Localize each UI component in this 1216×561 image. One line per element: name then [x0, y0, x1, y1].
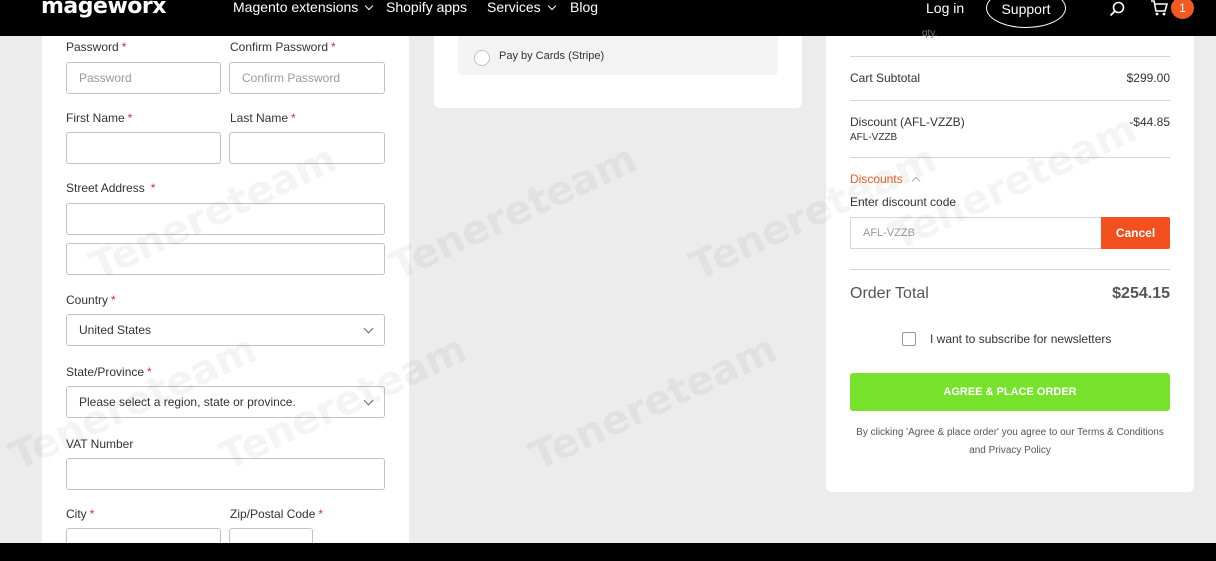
shipping-form-panel: Password * Confirm Password * Password Con…: [42, 36, 409, 548]
discounts-toggle-label: Discounts: [850, 172, 903, 186]
nav-item-label: Magento extensions: [233, 0, 359, 15]
state-label: State/Province *: [66, 365, 152, 379]
stripe-label: Pay by Cards (Stripe): [499, 50, 605, 62]
qty-label: qty.: [922, 28, 938, 39]
watermark: Tenereteam: [523, 326, 784, 480]
chevron-down-icon: [363, 395, 374, 406]
payment-methods-card: Pay by Cards (Stripe): [434, 36, 802, 108]
bottom-cookie-bar: [0, 543, 1216, 561]
nav-item-label: Blog: [570, 0, 599, 15]
last-name-label: Last Name *: [230, 111, 296, 125]
country-select-value: United States: [79, 323, 152, 337]
vat-number-input[interactable]: [66, 458, 385, 490]
order-total-value: $254.15: [1112, 285, 1170, 302]
confirm-password-input[interactable]: Confirm Password: [229, 62, 385, 94]
newsletter-label[interactable]: I want to subscribe for newsletters: [930, 332, 1111, 346]
payment-option-stripe[interactable]: Pay by Cards (Stripe): [458, 36, 778, 75]
last-name-input[interactable]: [229, 132, 385, 164]
terms-notice: By clicking 'Agree & place order' you ag…: [856, 427, 1164, 456]
divider: [850, 56, 1170, 57]
support-button[interactable]: Support: [986, 0, 1066, 28]
nav-magento-extensions[interactable]: Magento extensions: [233, 0, 374, 15]
mageworx-logo[interactable]: mageworx: [41, 0, 166, 19]
place-order-button[interactable]: AGREE & PLACE ORDER: [850, 373, 1170, 411]
nav-services[interactable]: Services: [487, 0, 556, 15]
first-name-input[interactable]: [66, 132, 221, 164]
chevron-down-icon: [547, 1, 556, 10]
cart-subtotal-label: Cart Subtotal: [850, 71, 921, 85]
discount-label: Discount (AFL-VZZB): [850, 115, 965, 129]
discount-code-small: AFL-VZZB: [850, 132, 898, 143]
top-navigation: mageworx Magento extensions Shopify apps…: [0, 0, 1216, 36]
divider: [850, 157, 1170, 158]
discounts-toggle[interactable]: Discounts: [850, 172, 920, 186]
search-icon[interactable]: [1109, 1, 1125, 17]
confirm-password-label: Confirm Password *: [230, 40, 336, 54]
nav-shopify-apps[interactable]: Shopify apps: [386, 0, 467, 15]
cancel-discount-button[interactable]: Cancel: [1101, 217, 1170, 249]
newsletter-checkbox[interactable]: [902, 332, 916, 346]
enter-discount-code-label: Enter discount code: [850, 195, 957, 209]
chevron-down-icon: [363, 323, 374, 334]
nav-item-label: Services: [487, 0, 541, 15]
country-label: Country *: [66, 293, 116, 307]
vat-number-label: VAT Number: [66, 437, 134, 451]
password-label: Password *: [66, 40, 127, 54]
zip-label: Zip/Postal Code *: [230, 507, 324, 521]
cart-icon[interactable]: [1150, 0, 1168, 16]
stripe-radio[interactable]: [474, 50, 490, 66]
country-select[interactable]: United States: [66, 314, 385, 346]
login-link[interactable]: Log in: [926, 0, 964, 16]
cart-subtotal-value: $299.00: [1126, 71, 1170, 85]
watermark: Tenereteam: [383, 136, 644, 290]
street-address-line1-input[interactable]: [66, 203, 385, 235]
street-address-line2-input[interactable]: [66, 243, 385, 275]
state-select[interactable]: Please select a region, state or provinc…: [66, 386, 385, 418]
chevron-up-icon: [911, 176, 920, 185]
state-select-value: Please select a region, state or provinc…: [79, 395, 296, 409]
order-total-label: Order Total: [850, 285, 929, 302]
divider: [850, 269, 1170, 270]
order-summary-card: qty. Cart Subtotal $299.00 Discount (AFL…: [826, 28, 1194, 492]
chevron-down-icon: [365, 1, 374, 10]
divider: [850, 100, 1170, 101]
discount-code-input[interactable]: AFL-VZZB: [850, 217, 1102, 249]
discount-row: Discount (AFL-VZZB) AFL-VZZB: [850, 115, 965, 143]
password-input[interactable]: Password: [66, 62, 221, 94]
cart-count-badge[interactable]: 1: [1171, 0, 1194, 19]
discount-value: -$44.85: [1129, 115, 1170, 129]
nav-item-label: Shopify apps: [386, 0, 467, 15]
city-label: City *: [66, 507, 95, 521]
first-name-label: First Name *: [66, 111, 133, 125]
nav-blog[interactable]: Blog: [570, 0, 598, 15]
street-address-label: Street Address *: [66, 181, 156, 195]
